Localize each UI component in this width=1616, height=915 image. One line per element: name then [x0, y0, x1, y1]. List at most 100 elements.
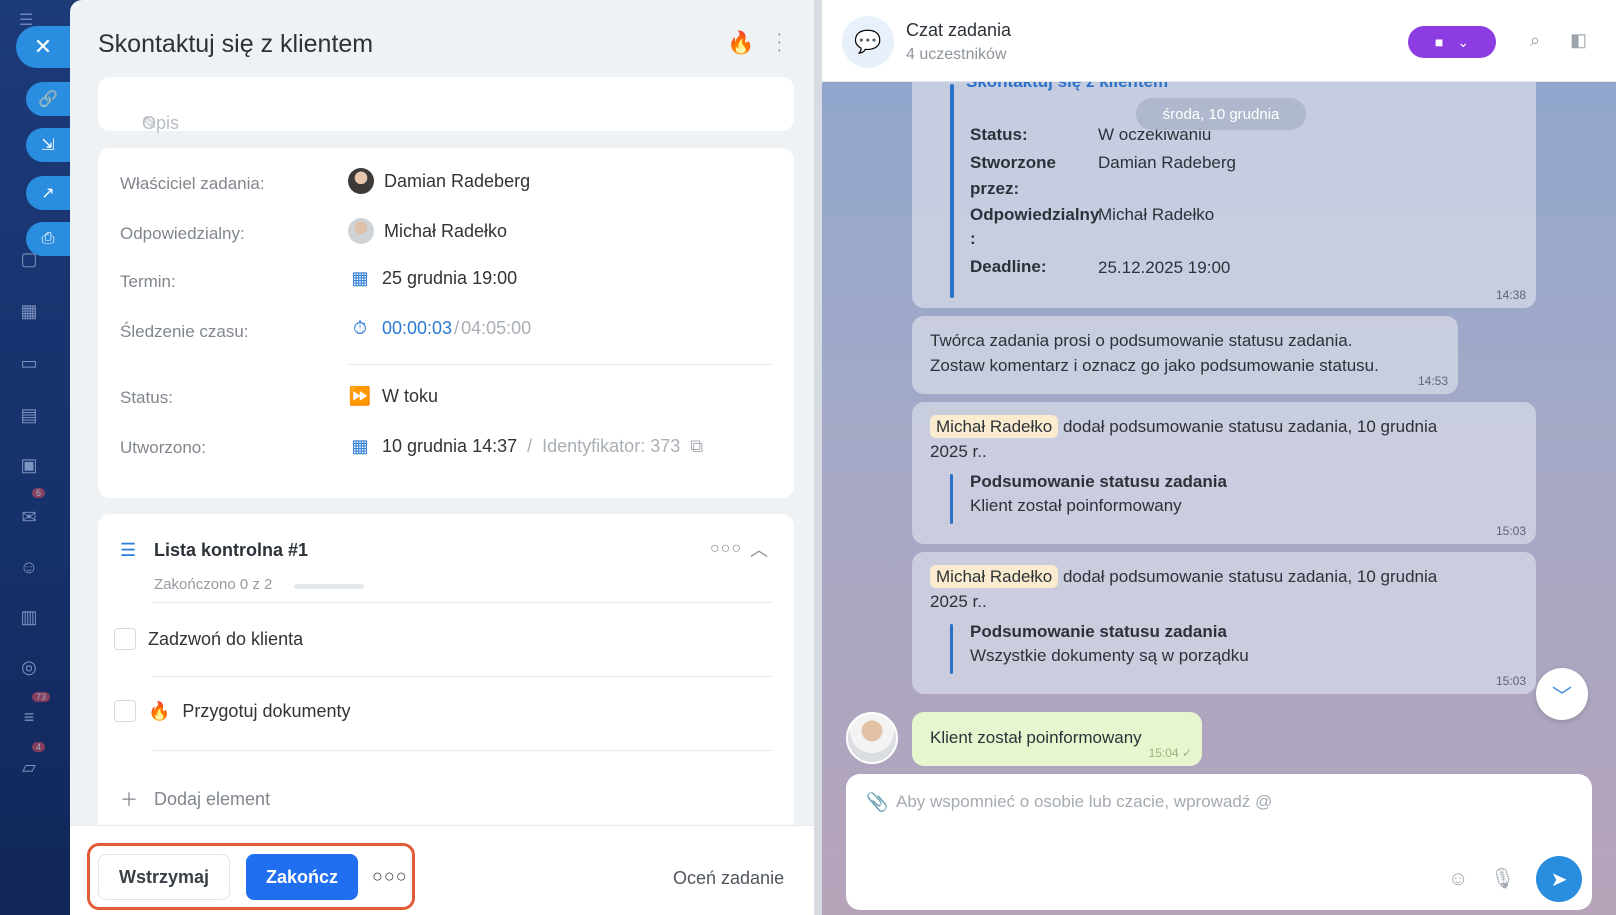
summary-text-1: dodał podsumowanie statusu zadania, 10 g… — [1062, 417, 1438, 436]
mail-icon[interactable]: ✉ — [18, 506, 40, 528]
scroll-down-button[interactable]: ﹀ — [1536, 668, 1588, 720]
checklist-item[interactable]: 🔥 Przygotuj dokumenty — [114, 700, 351, 722]
print-button[interactable]: ⎙ — [26, 222, 70, 256]
owner-name[interactable]: Damian Radeberg — [384, 171, 530, 192]
summary-text-1: dodał podsumowanie statusu zadania, 10 g… — [1062, 567, 1438, 586]
card-created-value: Damian Radeberg — [1098, 153, 1236, 172]
deadline-text[interactable]: 25 grudnia 19:00 — [382, 268, 517, 289]
checklist-divider — [152, 750, 772, 751]
card-deadline-value: 25.12.2025 19:00 — [1098, 258, 1231, 277]
owner-value[interactable]: Damian Radeberg — [348, 168, 530, 194]
checklist-card: ☰ Lista kontrolna #1 Zakończono 0 z 2 ○○… — [98, 514, 794, 834]
copy-link-button[interactable]: 🔗 — [26, 82, 70, 116]
time-tracking-value[interactable]: ⏱ 00:00:03 / 04:05:00 — [348, 318, 531, 339]
calendar-clock-icon: ▦ — [351, 436, 369, 456]
chat-title[interactable]: Czat zadania — [906, 20, 1011, 41]
description-card[interactable]: Opis ✎ — [98, 77, 794, 134]
responsible-avatar — [348, 218, 374, 244]
panel-divider[interactable] — [814, 0, 822, 915]
quote-title: Podsumowanie statusu zadania — [970, 622, 1227, 641]
contacts-icon[interactable]: ☺ — [18, 556, 40, 578]
status-value: ⏩ W toku — [348, 386, 438, 407]
add-checklist-item-button[interactable]: ＋ Dodaj element — [120, 786, 270, 812]
sidebar-toggle-icon[interactable]: ◧ — [1570, 30, 1587, 51]
close-slider-button[interactable]: ✕ — [16, 26, 70, 68]
left-nav-rail: ☰ ▢ ▦ ▭ ▤ ▣ ✉ 6 ☺ ▥ ◎ ≡ 73 ▱ 4 ✕ 🔗 ⇲ ↗ ⎙ — [0, 0, 70, 915]
download-button[interactable]: ⇲ — [26, 128, 70, 162]
chat-panel: Skontaktuj się z klientem Status: W ocze… — [822, 0, 1616, 915]
card-deadline-key: Deadline: — [970, 257, 1047, 276]
status-summary-message: Michał Radełko dodał podsumowanie status… — [912, 402, 1536, 544]
open-new-window-button[interactable]: ↗ — [26, 176, 70, 210]
emoji-icon[interactable]: ☺ — [1448, 868, 1468, 891]
filter-icon[interactable]: ≡ — [18, 706, 40, 728]
task-panel: Skontaktuj się z klientem 🔥 · · · Opis ✎ W… — [70, 0, 822, 915]
send-button[interactable]: ➤ — [1536, 856, 1582, 902]
camera-icon: ■ — [1434, 34, 1444, 50]
user-mention[interactable]: Michał Radełko — [930, 565, 1059, 588]
checklist-progress-text: Zakończono 0 z 2 — [154, 576, 273, 593]
microphone-icon[interactable]: 🎙 — [1490, 866, 1515, 891]
pause-button[interactable]: Wstrzymaj — [98, 854, 230, 900]
crm-icon[interactable]: ▥ — [18, 606, 40, 628]
message-input[interactable]: Aby wspomnieć o osobie lub czacie, wprow… — [896, 792, 1272, 812]
chat-header: 💬 Czat zadania 4 uczestników ■ ⌄ ⌕ ◧ — [822, 0, 1616, 82]
attach-icon[interactable]: 📎 — [866, 792, 888, 813]
quote-text: Klient został poinformowany — [970, 496, 1182, 515]
edit-icon[interactable]: ✎ — [142, 113, 157, 134]
fields-divider — [348, 364, 772, 365]
responsible-name[interactable]: Michał Radełko — [384, 221, 507, 242]
system-message-line-1: Twórca zadania prosi o podsumowanie stat… — [930, 331, 1353, 350]
video-call-button[interactable]: ■ ⌄ — [1408, 26, 1496, 58]
drive-icon[interactable]: ▭ — [18, 352, 40, 374]
system-message-line-2: Zostaw komentarz i oznacz go jako podsum… — [930, 356, 1379, 375]
status-summary-message: Michał Radełko dodał podsumowanie status… — [912, 552, 1536, 694]
checklist-item-label[interactable]: Zadzwoń do klienta — [148, 629, 303, 650]
card-created-key-2: przez: — [970, 179, 1020, 198]
checkbox[interactable] — [114, 700, 136, 722]
checklist-divider — [152, 602, 772, 603]
chevron-up-icon[interactable]: ︿ — [750, 536, 768, 562]
inbox-icon[interactable]: ▱ — [18, 756, 40, 778]
close-icon: ✕ — [33, 34, 53, 59]
board-icon[interactable]: ▣ — [18, 454, 40, 476]
fire-icon: 🔥 — [148, 700, 171, 721]
checklist-more-icon[interactable]: ○○○ — [710, 540, 742, 558]
send-icon: ➤ — [1550, 868, 1568, 891]
more-options-icon[interactable]: · · · — [776, 24, 786, 60]
user-mention[interactable]: Michał Radełko — [930, 415, 1059, 438]
created-separator: / — [527, 436, 533, 456]
document-icon[interactable]: ▤ — [18, 404, 40, 426]
fire-icon[interactable]: 🔥 — [727, 30, 754, 56]
checklist-title[interactable]: Lista kontrolna #1 — [154, 540, 308, 561]
search-icon[interactable]: ⌕ — [1530, 30, 1540, 51]
time-spent: 00:00:03 — [382, 318, 453, 338]
target-icon[interactable]: ◎ — [18, 656, 40, 678]
avatar[interactable] — [846, 712, 898, 764]
card-responsible-key-2: : — [970, 229, 976, 248]
message-composer[interactable]: 📎 Aby wspomnieć o osobie lub czacie, wpr… — [846, 774, 1592, 910]
checklist-item[interactable]: Zadzwoń do klienta — [114, 628, 303, 650]
finish-button[interactable]: Zakończ — [246, 854, 358, 900]
checklist-item-label[interactable]: Przygotuj dokumenty — [182, 701, 350, 722]
more-actions-icon[interactable]: ○○○ — [372, 866, 408, 887]
calendar-icon[interactable]: ▦ — [18, 300, 40, 322]
chevron-down-icon[interactable]: ⌄ — [1457, 34, 1469, 51]
mail-badge: 6 — [32, 488, 46, 498]
read-check-icon: ✓ — [1181, 746, 1192, 760]
rate-task-button[interactable]: Oceń zadanie — [673, 868, 784, 889]
responsible-value[interactable]: Michał Radełko — [348, 218, 507, 244]
calendar-icon: ▦ — [351, 268, 369, 288]
task-footer: Wstrzymaj Zakończ ○○○ Oceń zadanie — [70, 825, 822, 915]
chat-participants[interactable]: 4 uczestników — [906, 46, 1007, 64]
chevron-down-icon: ﹀ — [1552, 685, 1572, 708]
checkbox[interactable] — [114, 628, 136, 650]
quote-bar — [950, 474, 953, 524]
deadline-value[interactable]: ▦ 25 grudnia 19:00 — [348, 268, 517, 289]
message-time: 14:38 — [1495, 288, 1526, 302]
checklist-progress-bar — [294, 584, 364, 589]
plus-icon: ＋ — [120, 790, 138, 810]
message-time: 14:53 — [1417, 374, 1448, 388]
stopwatch-icon: ⏱ — [352, 318, 368, 338]
copy-icon[interactable]: ⧉ — [690, 436, 703, 457]
